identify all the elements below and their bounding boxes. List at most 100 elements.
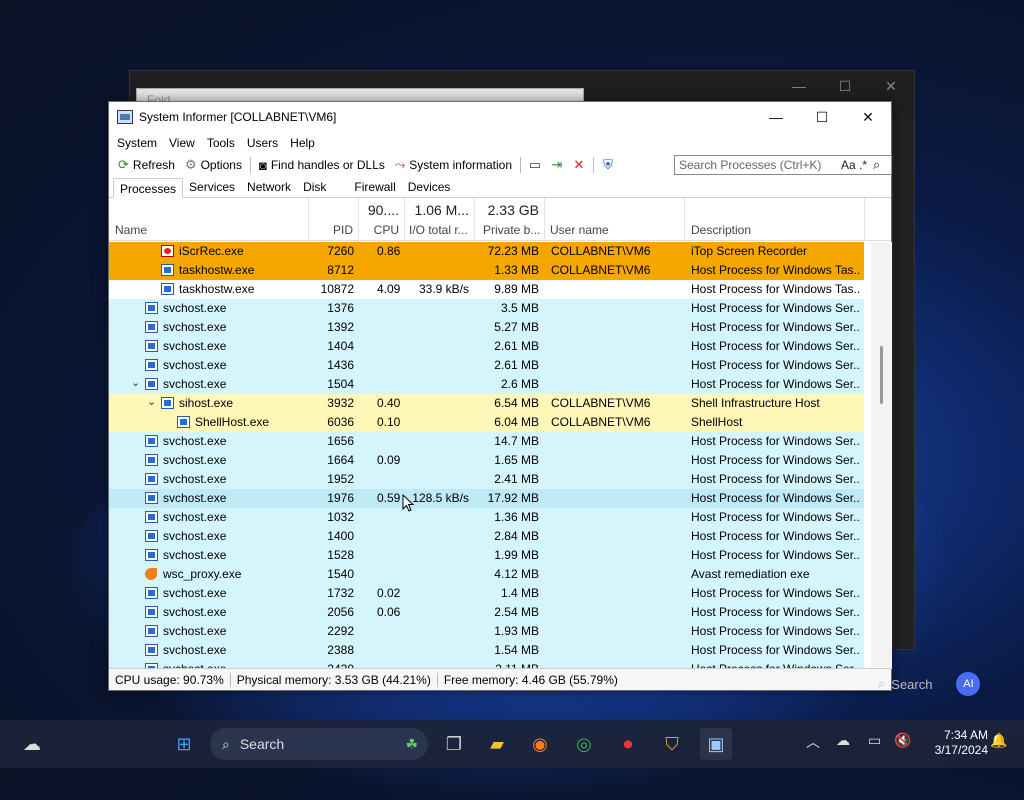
- process-row[interactable]: ⌄ svchost.exe 1504 2.6 MB Host Process for W…: [109, 375, 864, 394]
- process-private-bytes: 9.89 MB: [494, 282, 539, 296]
- process-row[interactable]: svchost.exe 1404 2.61 MB Host Process for W…: [109, 337, 864, 356]
- column-io[interactable]: 1.06 M... I/O total r...: [405, 198, 475, 241]
- taskbar-search[interactable]: ⌕ Search ☘: [210, 728, 428, 760]
- avast-icon: [145, 568, 158, 580]
- process-row[interactable]: wsc_proxy.exe 1540 4.12 MB Avast remediatio…: [109, 565, 864, 584]
- tab-disk[interactable]: Disk: [297, 177, 332, 197]
- column-private-bytes[interactable]: 2.33 GB Private b...: [475, 198, 545, 241]
- brave-icon[interactable]: ⛉: [656, 728, 688, 760]
- find-handles-label: Find handles or DLLs: [270, 158, 385, 172]
- process-row[interactable]: svchost.exe 1732 0.02 1.4 MB Host Process fo…: [109, 584, 864, 603]
- process-row[interactable]: svchost.exe 1376 3.5 MB Host Process for Wi…: [109, 299, 864, 318]
- process-private-bytes: 1.65 MB: [494, 453, 539, 467]
- column-pid[interactable]: PID: [309, 198, 359, 241]
- scrollbar-thumb[interactable]: [880, 346, 883, 404]
- menu-system[interactable]: System: [111, 136, 163, 150]
- start-button[interactable]: ⊞: [168, 728, 200, 760]
- network-icon[interactable]: ▭: [868, 732, 881, 749]
- minimize-button[interactable]: —: [753, 102, 799, 132]
- file-explorer-icon[interactable]: ▰: [481, 728, 513, 760]
- go-to-window-icon[interactable]: ⇥: [546, 156, 568, 174]
- search-input[interactable]: Search Processes (Ctrl+K) Aa .* ⌕: [674, 155, 892, 175]
- process-row[interactable]: ⌄ sihost.exe 3932 0.40 6.54 MB COLLABNET\VM6 S…: [109, 394, 864, 413]
- tab-firewall[interactable]: Firewall: [348, 177, 401, 197]
- system-informer-taskbar-icon[interactable]: ▣: [700, 728, 732, 760]
- copilot-icon[interactable]: AI: [956, 672, 981, 696]
- menu-help[interactable]: Help: [284, 136, 321, 150]
- process-row[interactable]: svchost.exe 1976 0.59 128.5 kB/s 17.92 MB Hos…: [109, 489, 864, 508]
- tab-processes[interactable]: Processes: [113, 178, 184, 198]
- process-private-bytes: 2.61 MB: [494, 358, 539, 372]
- firefox-icon[interactable]: ◉: [524, 728, 556, 760]
- column-user-label: User name: [550, 223, 609, 237]
- menu-tools[interactable]: Tools: [201, 136, 241, 150]
- search-placeholder: Search Processes (Ctrl+K): [679, 158, 822, 172]
- menu-users[interactable]: Users: [241, 136, 284, 150]
- process-cpu: 0.02: [377, 586, 401, 600]
- window-icon: [145, 644, 158, 656]
- window-title: System Informer [COLLABNET\VM6]: [139, 110, 337, 124]
- tab-network[interactable]: Network: [241, 177, 297, 197]
- process-row[interactable]: svchost.exe 1664 0.09 1.65 MB Host Process f…: [109, 451, 864, 470]
- system-informer-window: System Informer [COLLABNET\VM6] — ☐ ✕ Sy…: [108, 101, 892, 691]
- tab-devices[interactable]: Devices: [402, 177, 457, 197]
- refresh-button[interactable]: ⟳ Refresh: [113, 157, 180, 173]
- task-view-icon[interactable]: ❐: [438, 728, 470, 760]
- volume-muted-icon[interactable]: 🔇: [894, 732, 911, 749]
- process-row[interactable]: ShellHost.exe 6036 0.10 6.04 MB COLLABNET\VM…: [109, 413, 864, 432]
- options-button[interactable]: ⚙ Options: [180, 157, 247, 173]
- notification-bell-icon[interactable]: 🔔: [990, 732, 1007, 749]
- process-row[interactable]: iScrRec.exe 7260 0.86 72.23 MB COLLABNET\VM6…: [109, 242, 864, 261]
- maximize-button[interactable]: ☐: [799, 102, 845, 132]
- process-row[interactable]: svchost.exe 1436 2.61 MB Host Process for W…: [109, 356, 864, 375]
- desktop-search-widget[interactable]: ⌕ Search AI: [878, 672, 981, 696]
- tab-services[interactable]: Services: [183, 177, 241, 197]
- process-row[interactable]: svchost.exe 2388 1.54 MB Host Process for W…: [109, 641, 864, 660]
- process-row[interactable]: svchost.exe 1528 1.99 MB Host Process for W…: [109, 546, 864, 565]
- find-handles-button[interactable]: ◙ Find handles or DLLs: [254, 158, 390, 173]
- column-cpu[interactable]: 90.... CPU: [359, 198, 405, 241]
- expand-chevron-icon[interactable]: ⌄: [147, 395, 156, 408]
- column-user-name[interactable]: User name: [545, 198, 685, 241]
- case-sensitive-toggle[interactable]: Aa: [841, 158, 859, 172]
- close-button[interactable]: ✕: [845, 102, 891, 132]
- terminate-icon[interactable]: ✕: [568, 156, 590, 174]
- process-user: COLLABNET\VM6: [551, 415, 651, 429]
- process-private-bytes: 5.27 MB: [494, 320, 539, 334]
- process-name: ShellHost.exe: [195, 415, 270, 429]
- process-row[interactable]: svchost.exe 1952 2.41 MB Host Process for W…: [109, 470, 864, 489]
- expand-chevron-icon[interactable]: ⌄: [131, 376, 140, 389]
- status-free-memory: Free memory: 4.46 GB (55.79%): [443, 672, 618, 687]
- status-cpu-usage: CPU usage: 90.73%: [109, 672, 231, 687]
- process-cpu: 0.10: [377, 415, 401, 429]
- process-row[interactable]: svchost.exe 1400 2.84 MB Host Process for W…: [109, 527, 864, 546]
- weather-icon[interactable]: ☁: [16, 728, 48, 760]
- process-name: svchost.exe: [163, 491, 227, 505]
- vertical-scrollbar[interactable]: [871, 242, 892, 669]
- taskbar-search-label: Search: [239, 736, 285, 752]
- cloud-offline-icon[interactable]: ☁: [836, 732, 850, 749]
- column-description[interactable]: Description: [685, 198, 865, 241]
- refresh-icon: ⟳: [118, 157, 129, 172]
- shield-icon[interactable]: ⛨: [597, 156, 619, 174]
- system-information-button[interactable]: ⤳ System information: [390, 157, 517, 173]
- process-row[interactable]: svchost.exe 2292 1.93 MB Host Process for W…: [109, 622, 864, 641]
- process-row[interactable]: svchost.exe 2056 0.06 2.54 MB Host Process f…: [109, 603, 864, 622]
- chrome-icon[interactable]: ◎: [568, 728, 600, 760]
- process-private-bytes: 1.36 MB: [494, 510, 539, 524]
- menu-view[interactable]: View: [163, 136, 201, 150]
- process-private-bytes: 2.54 MB: [494, 605, 539, 619]
- chevron-up-icon[interactable]: ︿: [806, 732, 820, 752]
- regex-toggle[interactable]: .*: [859, 158, 873, 172]
- process-name: taskhostw.exe: [179, 282, 255, 296]
- column-name[interactable]: Name: [109, 198, 309, 241]
- process-row[interactable]: svchost.exe 1032 1.36 MB Host Process for W…: [109, 508, 864, 527]
- process-row[interactable]: svchost.exe 1392 5.27 MB Host Process for W…: [109, 318, 864, 337]
- process-row[interactable]: svchost.exe 1656 14.7 MB Host Process for W…: [109, 432, 864, 451]
- screen-recorder-icon[interactable]: ⏺: [612, 728, 644, 760]
- clock[interactable]: 7:34 AM 3/17/2024: [920, 728, 988, 758]
- search-icon[interactable]: ⌕: [873, 157, 891, 173]
- process-row[interactable]: taskhostw.exe 8712 1.33 MB COLLABNET\VM6 Hos…: [109, 261, 864, 280]
- window-icon[interactable]: ▭: [524, 156, 546, 174]
- process-row[interactable]: taskhostw.exe 10872 4.09 33.9 kB/s 9.89 MB Ho…: [109, 280, 864, 299]
